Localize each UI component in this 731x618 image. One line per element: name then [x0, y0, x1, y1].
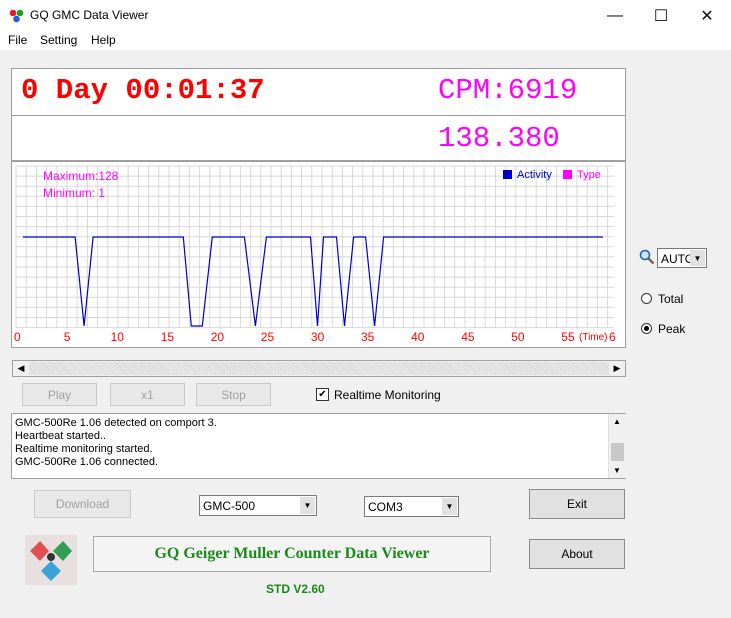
zoom-icon: [639, 249, 655, 265]
stop-button[interactable]: Stop: [196, 383, 271, 406]
x-tick-label: 30: [311, 330, 325, 344]
activity-chart: Maximum:128 Minimum: 1 Activity Type 0 5 1…: [14, 165, 616, 344]
play-button[interactable]: Play: [22, 383, 97, 406]
total-label: Total: [658, 292, 684, 306]
x-tick-label: 10: [111, 330, 125, 344]
log-line: GMC-500Re 1.06 detected on comport 3.: [15, 417, 217, 429]
about-button[interactable]: About: [529, 539, 625, 569]
scroll-up-icon[interactable]: ▲: [613, 417, 621, 426]
chevron-down-icon: ▼: [690, 250, 705, 266]
menu-setting[interactable]: Setting: [40, 33, 77, 47]
download-button[interactable]: Download: [34, 490, 131, 518]
x-tick-label: 6: [609, 330, 616, 344]
x-tick-label: 5: [64, 330, 71, 344]
chevron-down-icon: ▼: [442, 498, 457, 515]
realtime-label: Realtime Monitoring: [334, 388, 441, 402]
log-scroll-thumb[interactable]: [611, 443, 624, 461]
menu-help[interactable]: Help: [91, 33, 116, 47]
x-tick-label: 0: [14, 330, 21, 344]
chart-scrollbar[interactable]: ◀ ▶: [12, 360, 626, 377]
exit-button[interactable]: Exit: [529, 489, 625, 519]
version-label: STD V2.60: [266, 582, 325, 596]
x-tick-label: 15: [161, 330, 175, 344]
legend-type-swatch: [563, 170, 572, 179]
legend-activity-swatch: [503, 170, 512, 179]
scroll-right-icon[interactable]: ▶: [610, 362, 624, 375]
maximize-button[interactable]: ☐: [638, 0, 684, 31]
scroll-down-icon[interactable]: ▼: [613, 466, 621, 475]
app-banner: GQ Geiger Muller Counter Data Viewer: [93, 536, 491, 572]
x-tick-label: 20: [211, 330, 225, 344]
log-scrollbar[interactable]: ▲ ▼: [608, 414, 626, 478]
port-value: COM3: [368, 500, 403, 514]
model-value: GMC-500: [203, 499, 256, 513]
log-line: Heartbeat started..: [15, 430, 107, 442]
x-tick-label: 45: [461, 330, 475, 344]
window-title: GQ GMC Data Viewer: [30, 8, 149, 22]
port-select[interactable]: COM3 ▼: [364, 496, 459, 517]
scroll-left-icon[interactable]: ◀: [14, 362, 28, 375]
elapsed-time: 0 Day 00:01:37: [21, 74, 265, 107]
chevron-down-icon: ▼: [300, 497, 315, 514]
dose-readout: 138.380: [438, 122, 560, 155]
total-radio[interactable]: [641, 293, 652, 304]
model-select[interactable]: GMC-500 ▼: [199, 495, 317, 516]
realtime-checkbox[interactable]: ✔: [316, 388, 329, 401]
speed-button[interactable]: x1: [110, 383, 185, 406]
scroll-track[interactable]: [29, 362, 609, 375]
minimize-button[interactable]: —: [592, 0, 638, 31]
chart-max-label: Maximum:128: [43, 169, 119, 183]
cpm-readout: CPM:6919: [438, 74, 578, 107]
app-logo-icon: [9, 9, 24, 23]
x-tick-label: 35: [361, 330, 375, 344]
x-tick-label: 55: [561, 330, 575, 344]
x-tick-label: 50: [511, 330, 525, 344]
log-line: GMC-500Re 1.06 connected.: [15, 456, 159, 468]
menu-file[interactable]: File: [8, 33, 27, 47]
peak-radio[interactable]: [641, 323, 652, 334]
close-button[interactable]: ✕: [684, 0, 730, 31]
x-tick-label: 40: [411, 330, 425, 344]
x-tick-label: 25: [261, 330, 275, 344]
legend-activity-label: Activity: [517, 169, 552, 181]
peak-label: Peak: [658, 322, 686, 336]
legend-type-label: Type: [577, 169, 601, 181]
zoom-select[interactable]: AUTO ▼: [657, 248, 707, 268]
x-axis-unit-label: (Time): [579, 332, 608, 343]
log-line: Realtime monitoring started.: [15, 443, 153, 455]
chart-min-label: Minimum: 1: [43, 186, 105, 200]
gq-logo-icon: [25, 535, 77, 585]
